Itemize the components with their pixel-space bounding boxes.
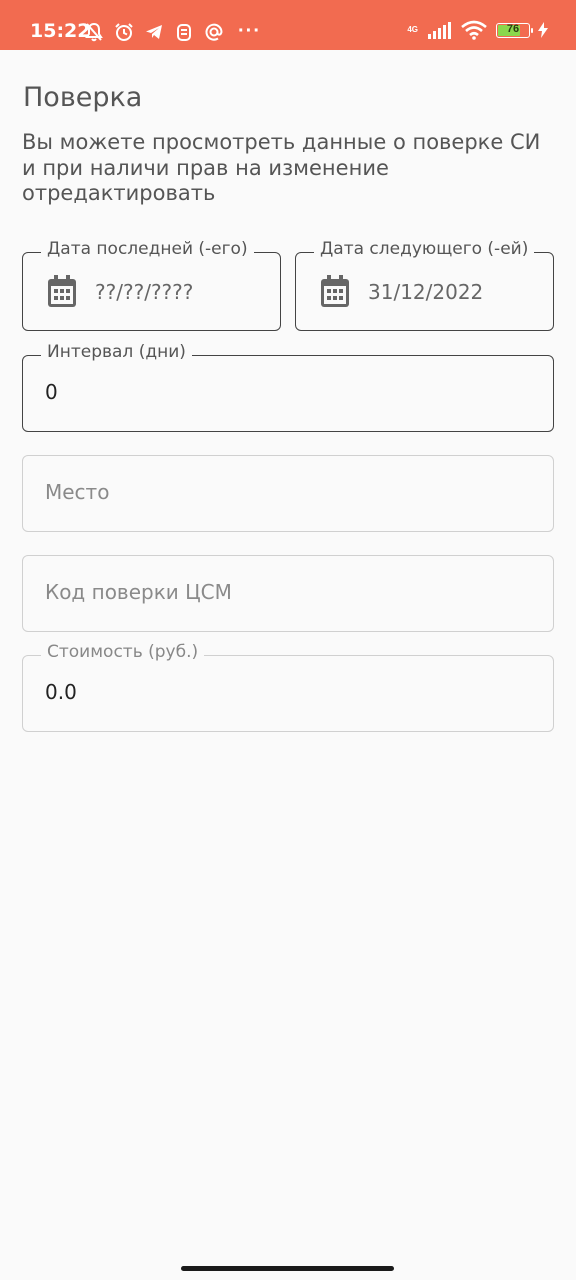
place-field[interactable]: Место [22,455,554,532]
csm-code-field[interactable]: Код поверки ЦСМ [22,555,554,632]
next-date-field[interactable]: Дата следующего (-ей) 31/12/2022 [295,239,554,331]
home-indicator[interactable] [181,1266,394,1271]
at-icon [205,23,223,41]
last-date-label: Дата последней (-его) [41,239,254,259]
last-date-value: ??/??/???? [95,280,194,304]
last-date-field[interactable]: Дата последней (-его) ??/??/???? [22,239,281,331]
cost-label: Стоимость (руб.) [41,642,205,662]
status-time: 15:22 [30,20,91,42]
page-title: Поверка [23,82,143,113]
interval-field[interactable]: Интервал (дни) 0 [22,342,554,432]
page-description: Вы можете просмотреть данные о поверке С… [22,130,541,205]
next-date-label: Дата следующего (-ей) [314,239,535,259]
bell-off-icon [85,22,103,41]
calendar-icon [321,275,349,307]
wifi-icon [461,20,487,40]
notification-icons: ··· [84,20,261,43]
system-status-icons: 4G 76 [407,20,548,40]
cost-input[interactable]: 0.0 [45,680,77,704]
more-notifications-icon: ··· [238,20,261,42]
csm-code-input[interactable]: Код поверки ЦСМ [45,580,232,604]
status-bar: 15:22 ··· 4G 76 [0,0,576,50]
signal-icon [428,22,451,39]
app-notification-icon [177,23,191,41]
battery-level: 76 [506,22,520,35]
place-input[interactable]: Место [45,480,109,504]
next-date-value: 31/12/2022 [368,280,484,304]
alarm-icon [115,22,133,41]
battery-icon: 76 [496,22,533,38]
charging-icon [538,22,548,38]
telegram-icon [146,24,162,39]
interval-input[interactable]: 0 [45,380,58,404]
calendar-icon [48,275,76,307]
network-type: 4G [407,25,418,34]
cost-field[interactable]: Стоимость (руб.) 0.0 [22,642,554,732]
interval-label: Интервал (дни) [41,342,192,362]
